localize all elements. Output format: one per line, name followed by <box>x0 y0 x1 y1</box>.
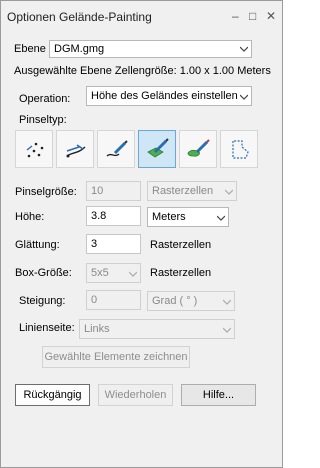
height-unit-select[interactable]: Meters <box>147 207 229 227</box>
dots-brush-icon[interactable] <box>15 130 53 168</box>
operation-value: Höhe des Geländes einstellen <box>91 90 238 102</box>
undo-button[interactable]: Rückgängig <box>15 384 90 406</box>
box-size-select[interactable]: 5x5 <box>86 263 141 283</box>
redo-button[interactable]: Wiederholen <box>98 384 173 406</box>
smoothing-input[interactable]: 3 <box>86 234 141 254</box>
help-button[interactable]: Hilfe... <box>181 384 256 406</box>
operation-select[interactable]: Höhe des Geländes einstellen <box>86 86 252 106</box>
line-brush-icon[interactable] <box>56 130 94 168</box>
chevron-down-icon <box>217 215 225 221</box>
box-size-unit: Rasterzellen <box>150 267 212 279</box>
slope-label: Steigung: <box>19 295 66 307</box>
layer-select[interactable]: DGM.gmg <box>49 40 252 58</box>
height-input[interactable]: 3.8 <box>86 206 141 226</box>
close-button[interactable]: ✕ <box>266 9 276 23</box>
chevron-down-icon <box>225 189 233 195</box>
chevron-down-icon <box>223 327 231 333</box>
window-title: Optionen Gelände-Painting <box>7 10 152 24</box>
area-brush-icon[interactable] <box>179 130 217 168</box>
chevron-down-icon <box>240 46 248 52</box>
operation-label: Operation: <box>19 93 71 105</box>
minimize-button[interactable]: – <box>232 9 239 23</box>
cell-size-text: Ausgewählte Ebene Zellengröße: 1.00 x 1.… <box>14 65 271 77</box>
smoothing-label: Glättung: <box>15 239 60 251</box>
slope-input[interactable]: 0 <box>86 290 141 310</box>
draw-selected-button[interactable]: Gewählte Elemente zeichnen <box>42 346 190 368</box>
title-bar[interactable]: Optionen Gelände-Painting – □ ✕ <box>1 1 282 31</box>
chevron-down-icon <box>223 299 231 305</box>
brush-type-toolbar <box>15 130 259 168</box>
layer-label: Ebene <box>14 43 46 55</box>
chevron-down-icon <box>240 94 248 100</box>
selection-brush-icon[interactable] <box>220 130 258 168</box>
smoothing-unit: Rasterzellen <box>150 239 212 251</box>
line-side-label: Linienseite: <box>19 322 75 334</box>
line-side-select[interactable]: Links <box>79 319 235 339</box>
slope-unit-select[interactable]: Grad ( ° ) <box>147 291 235 311</box>
height-label: Höhe: <box>15 211 45 223</box>
brush-size-unit-select[interactable]: Rasterzellen <box>147 181 237 201</box>
brush-size-input[interactable]: 10 <box>86 181 141 201</box>
brush-type-label: Pinseltyp: <box>19 114 67 126</box>
terrain-painting-options-window: Optionen Gelände-Painting – □ ✕ Ebene DG… <box>0 0 283 468</box>
fill-brush-icon[interactable] <box>138 130 176 168</box>
brush-size-label: Pinselgröße: <box>15 186 77 198</box>
freehand-brush-icon[interactable] <box>97 130 135 168</box>
chevron-down-icon <box>129 271 137 277</box>
restore-button[interactable]: □ <box>249 9 256 23</box>
layer-value: DGM.gmg <box>54 43 105 55</box>
box-size-label: Box-Größe: <box>15 267 72 279</box>
